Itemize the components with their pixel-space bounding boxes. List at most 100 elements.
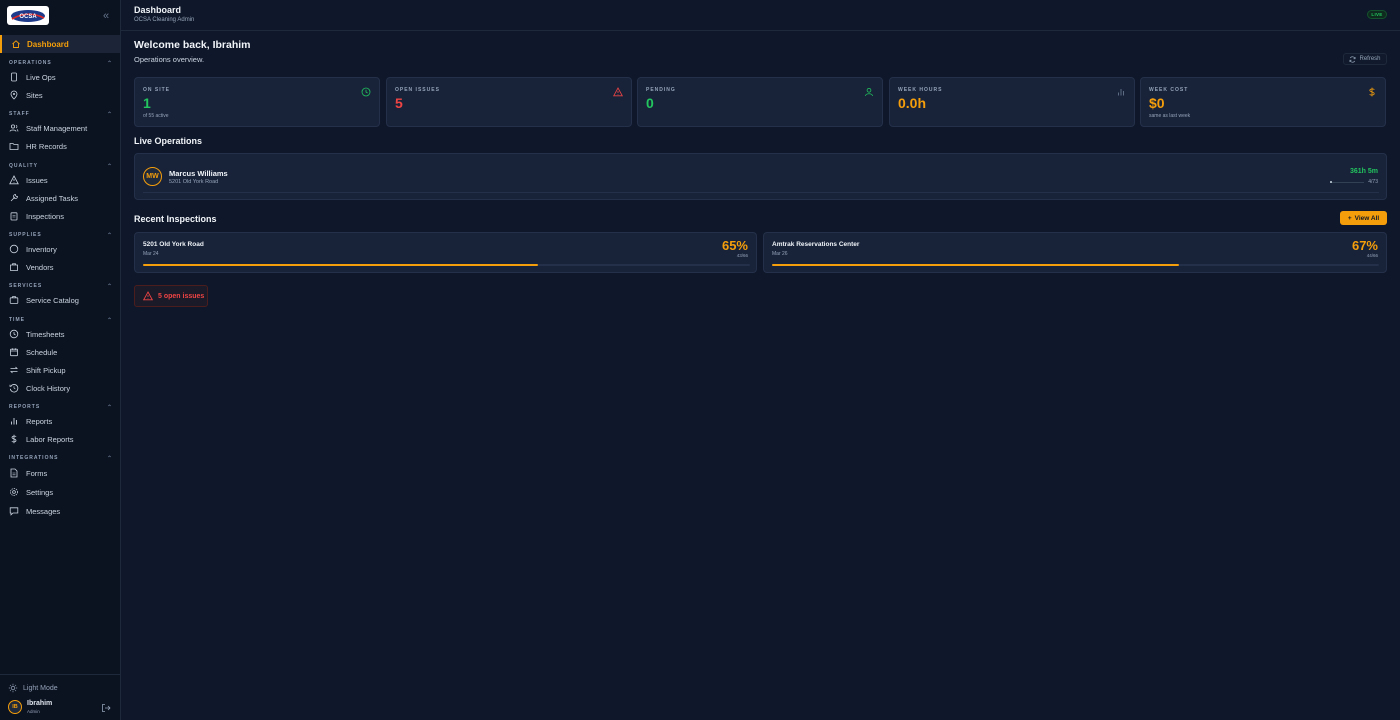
stat-card-open-issues[interactable]: OPEN ISSUES 5: [386, 77, 632, 127]
inspection-score: 67%: [1351, 238, 1378, 253]
section-services[interactable]: SERVICES ⌃: [9, 282, 113, 290]
worker-site: 5201 Old York Road: [169, 179, 219, 185]
sidebar-item-inspections[interactable]: Inspections: [9, 209, 117, 223]
warning-icon: [143, 291, 153, 301]
sidebar-item-label: Schedule: [26, 347, 58, 357]
stat-value: 5: [395, 95, 403, 111]
sidebar-item-service-catalog[interactable]: Service Catalog: [9, 293, 117, 307]
stat-label: WEEK COST: [1149, 87, 1189, 93]
user-icon: [864, 86, 874, 97]
sidebar-item-hr-records[interactable]: HR Records: [9, 139, 117, 153]
sidebar-item-inventory[interactable]: Inventory: [9, 242, 117, 256]
chevron-up-icon: ⌃: [106, 283, 113, 290]
logo-graphic: OCSA: [11, 10, 45, 22]
history-icon: [9, 383, 19, 393]
section-quality[interactable]: QUALITY ⌃: [9, 162, 113, 170]
bar-chart-icon: [1116, 86, 1126, 96]
sidebar-item-label: Live Ops: [26, 72, 56, 82]
avatar[interactable]: IB: [8, 700, 22, 714]
sidebar-item-labor-reports[interactable]: Labor Reports: [9, 432, 117, 446]
stat-label: PENDING: [646, 87, 676, 93]
inspection-card[interactable]: Amtrak Reservations Center Mar 26 67% 44…: [763, 232, 1387, 273]
section-reports[interactable]: REPORTS ⌃: [9, 403, 113, 411]
stat-card-on-site[interactable]: ON SITE 1 of 55 active: [134, 77, 380, 127]
sidebar-item-label: Forms: [26, 468, 48, 478]
view-all-label: View All: [1354, 214, 1380, 222]
clock-icon: [9, 329, 19, 339]
sidebar-item-label: Assigned Tasks: [26, 193, 78, 203]
stat-sub: same as last week: [1149, 113, 1191, 119]
chevron-up-icon: ⌃: [106, 111, 113, 118]
section-time[interactable]: TIME ⌃: [9, 316, 113, 324]
section-title: REPORTS: [9, 404, 41, 410]
refresh-button[interactable]: Refresh: [1343, 53, 1387, 65]
page-subtitle: OCSA Cleaning Admin: [134, 17, 195, 23]
box-icon: [9, 244, 19, 254]
sidebar-item-reports[interactable]: Reports: [9, 414, 117, 428]
inspection-date: Mar 24: [143, 251, 159, 257]
stat-card-week-hours[interactable]: WEEK HOURS 0.0h: [889, 77, 1135, 127]
sidebar-item-issues[interactable]: Issues: [9, 173, 117, 187]
plus-icon: +: [1347, 214, 1352, 222]
warning-icon: [9, 175, 19, 185]
sidebar-item-schedule[interactable]: Schedule: [9, 345, 117, 359]
section-title: QUALITY: [9, 163, 38, 169]
sidebar-item-dashboard[interactable]: Dashboard: [0, 35, 120, 53]
stat-sub: of 55 active: [143, 113, 169, 119]
sidebar-item-live-ops[interactable]: Live Ops: [9, 70, 117, 84]
main-content: Dashboard OCSA Cleaning Admin LIVE Welco…: [121, 0, 1400, 720]
stat-card-week-cost[interactable]: WEEK COST $0 same as last week: [1140, 77, 1386, 127]
sidebar-divider: [0, 674, 120, 675]
phone-icon: [9, 72, 19, 82]
gear-icon: [9, 487, 19, 497]
section-title: TIME: [9, 317, 25, 323]
elapsed-time: 361h 5m: [1349, 168, 1378, 175]
sidebar-item-label: Inspections: [26, 211, 64, 221]
inspection-progress-bar: [143, 264, 750, 266]
sidebar-item-label: Dashboard: [27, 39, 69, 49]
logout-icon[interactable]: [101, 702, 111, 712]
collapse-sidebar-icon[interactable]: «: [100, 10, 112, 22]
sidebar-item-label: Inventory: [26, 244, 57, 254]
sidebar-item-staff-management[interactable]: Staff Management: [9, 121, 117, 135]
worker-name[interactable]: Marcus Williams: [169, 169, 228, 178]
sidebar-item-timesheets[interactable]: Timesheets: [9, 327, 117, 341]
section-integrations[interactable]: INTEGRATIONS ⌃: [9, 454, 113, 462]
sidebar-item-messages[interactable]: Messages: [9, 504, 117, 518]
refresh-label: Refresh: [1359, 56, 1381, 62]
sidebar-item-label: Settings: [26, 487, 54, 497]
sidebar-item-settings[interactable]: Settings: [9, 485, 117, 499]
swap-icon: [9, 365, 19, 375]
sidebar-item-label: Sites: [26, 90, 43, 100]
stat-label: OPEN ISSUES: [395, 87, 440, 93]
light-mode-toggle[interactable]: Light Mode: [8, 683, 58, 693]
section-staff[interactable]: STAFF ⌃: [9, 110, 113, 118]
sidebar-item-label: Messages: [26, 506, 61, 516]
sidebar-item-sites[interactable]: Sites: [9, 88, 117, 102]
sidebar-item-shift-pickup[interactable]: Shift Pickup: [9, 363, 117, 377]
stat-card-pending[interactable]: PENDING 0: [637, 77, 883, 127]
stat-value: $0: [1149, 95, 1165, 111]
calendar-icon: [9, 347, 19, 357]
dollar-icon: [1367, 86, 1377, 97]
sidebar-item-vendors[interactable]: Vendors: [9, 260, 117, 274]
sidebar-item-forms[interactable]: Forms: [9, 466, 117, 480]
section-supplies[interactable]: SUPPLIES ⌃: [9, 231, 113, 239]
view-all-button[interactable]: + View All: [1340, 211, 1387, 225]
sidebar-item-clock-history[interactable]: Clock History: [9, 381, 117, 395]
message-icon: [9, 506, 19, 516]
company-logo[interactable]: OCSA: [7, 6, 49, 25]
welcome-title: Welcome back, Ibrahim: [134, 39, 251, 51]
inspection-card[interactable]: 5201 Old York Road Mar 24 65% 43/66: [134, 232, 757, 273]
avatar[interactable]: MW: [143, 167, 162, 186]
section-operations[interactable]: OPERATIONS ⌃: [9, 59, 113, 67]
live-operations-title: Live Operations: [134, 136, 203, 146]
sidebar-item-assigned-tasks[interactable]: Assigned Tasks: [9, 191, 117, 205]
wrench-icon: [9, 193, 19, 203]
document-icon: [9, 468, 19, 478]
open-issues-button[interactable]: 5 open issues: [134, 285, 208, 307]
recent-inspections-title: Recent Inspections: [134, 214, 217, 224]
sidebar-item-label: Labor Reports: [26, 434, 74, 444]
stat-label: ON SITE: [143, 87, 171, 93]
sidebar-item-label: Issues: [26, 175, 48, 185]
